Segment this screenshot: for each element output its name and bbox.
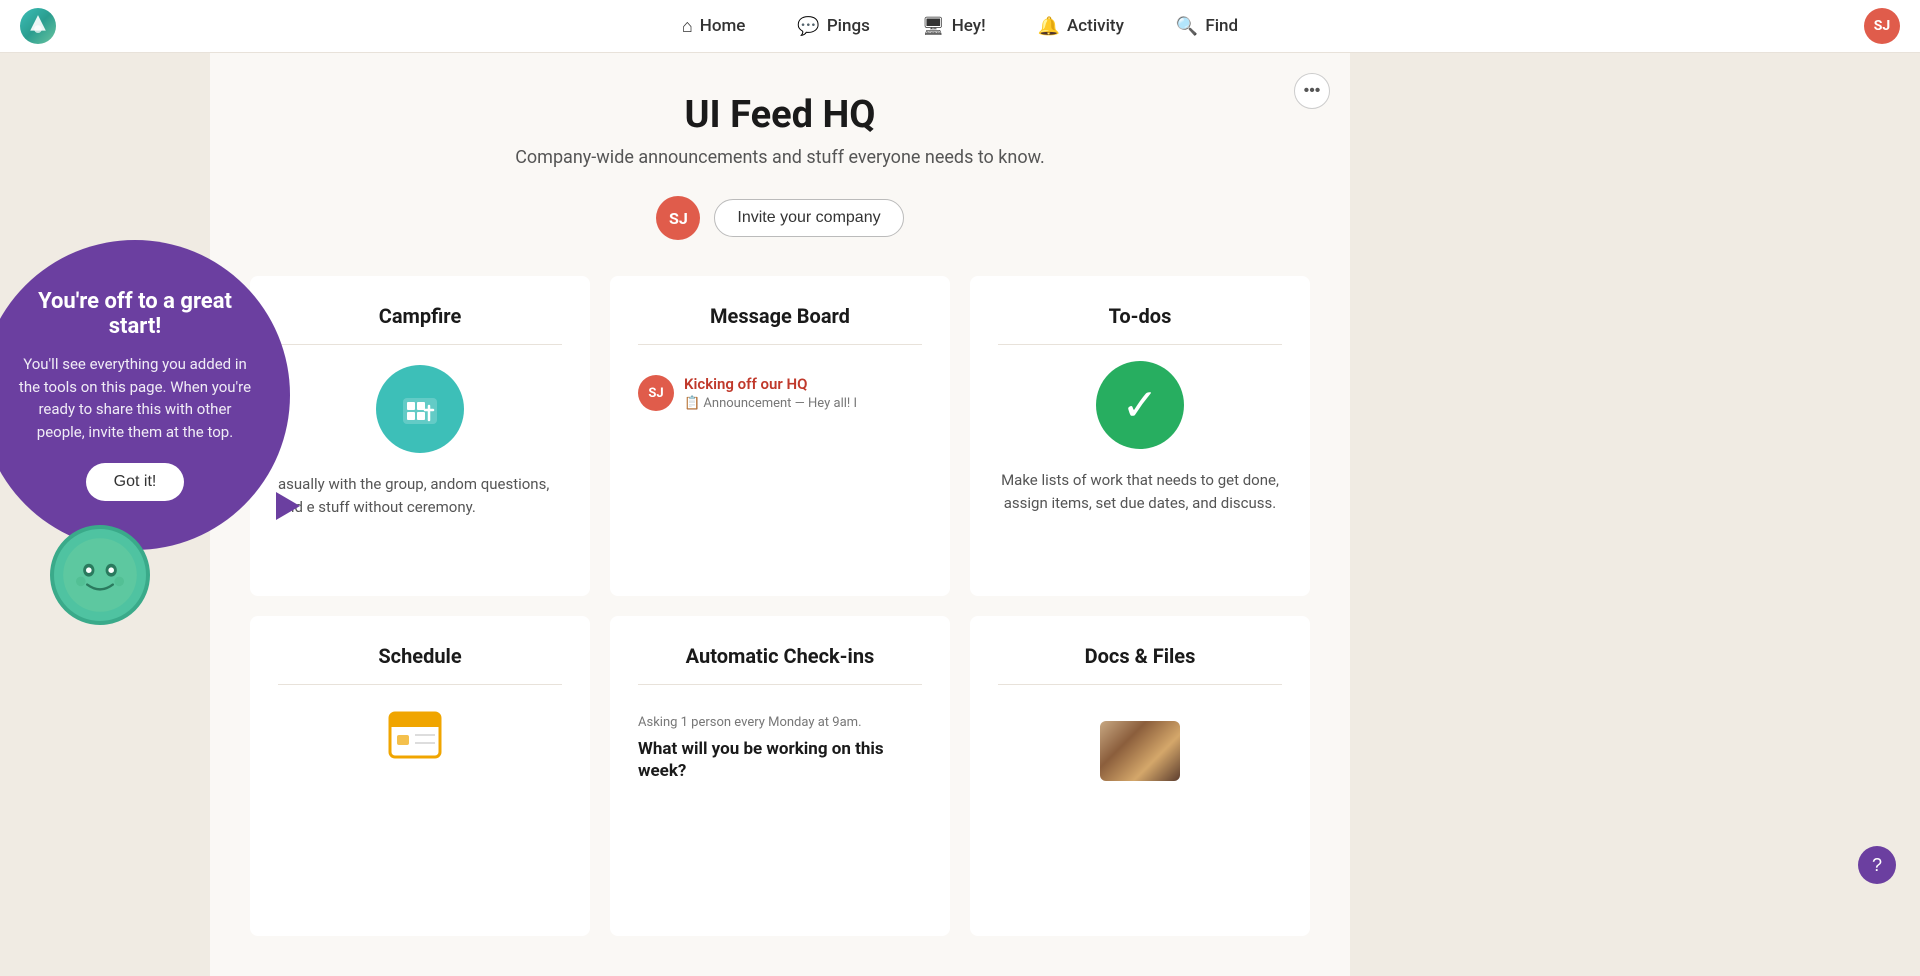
cards-grid: Campfire asually with bbox=[250, 276, 1310, 936]
nav-pings-label: Pings bbox=[827, 16, 870, 36]
schedule-title: Schedule bbox=[278, 644, 562, 685]
checkins-question: What will you be working on this week? bbox=[638, 738, 922, 782]
docs-card[interactable]: Docs & Files bbox=[970, 616, 1310, 936]
nav-hey[interactable]: 🖥 Hey! bbox=[914, 12, 994, 41]
pings-icon: 💬 bbox=[797, 16, 819, 37]
tooltip-bubble: You're off to a great start! You'll see … bbox=[0, 240, 290, 550]
campfire-icon-wrap bbox=[278, 365, 562, 453]
todos-title: To-dos bbox=[998, 304, 1282, 345]
logo[interactable] bbox=[20, 8, 56, 44]
invite-button[interactable]: Invite your company bbox=[714, 199, 903, 237]
todo-checkmark: ✓ bbox=[1122, 383, 1159, 427]
center-panel: ••• UI Feed HQ Company-wide announcement… bbox=[210, 53, 1350, 976]
schedule-icon-wrap bbox=[278, 705, 562, 765]
docs-thumb-image bbox=[1100, 721, 1180, 781]
schedule-card[interactable]: Schedule bbox=[250, 616, 590, 936]
page-title: UI Feed HQ bbox=[250, 93, 1310, 137]
todos-card[interactable]: To-dos ✓ Make lists of work that needs t… bbox=[970, 276, 1310, 596]
message-item: SJ Kicking off our HQ 📋 Announcement — H… bbox=[638, 361, 922, 425]
schedule-icon bbox=[385, 705, 455, 765]
campfire-icon bbox=[376, 365, 464, 453]
user-avatar-nav[interactable]: SJ bbox=[1864, 8, 1900, 44]
docs-thumbnail bbox=[1100, 721, 1180, 781]
nav-find-label: Find bbox=[1205, 16, 1238, 36]
checkins-card[interactable]: Automatic Check-ins Asking 1 person ever… bbox=[610, 616, 950, 936]
todo-icon-wrap: ✓ bbox=[998, 361, 1282, 449]
nav-activity[interactable]: 🔔 Activity bbox=[1030, 12, 1132, 41]
activity-icon: 🔔 bbox=[1038, 16, 1060, 37]
message-board-title: Message Board bbox=[638, 304, 922, 345]
more-options-button[interactable]: ••• bbox=[1294, 73, 1330, 109]
mascot-icon bbox=[50, 525, 150, 625]
top-nav: ⌂ Home 💬 Pings 🖥 Hey! 🔔 Activity 🔍 Find … bbox=[0, 0, 1920, 53]
home-icon: ⌂ bbox=[682, 16, 693, 37]
msg-subtitle: 📋 Announcement — Hey all! I bbox=[684, 396, 857, 411]
help-button[interactable]: ? bbox=[1858, 846, 1896, 884]
tooltip-overlay: You're off to a great start! You'll see … bbox=[0, 240, 310, 550]
got-it-button[interactable]: Got it! bbox=[86, 463, 185, 501]
checkins-asking: Asking 1 person every Monday at 9am. bbox=[638, 715, 922, 730]
nav-find[interactable]: 🔍 Find bbox=[1168, 12, 1246, 41]
nav-home[interactable]: ⌂ Home bbox=[674, 12, 754, 41]
right-sidebar bbox=[1350, 53, 1920, 976]
hey-icon: 🖥 bbox=[922, 16, 945, 37]
nav-pings[interactable]: 💬 Pings bbox=[789, 12, 877, 41]
nav-hey-label: Hey! bbox=[952, 16, 986, 36]
user-avatar-main: SJ bbox=[656, 196, 700, 240]
todo-icon: ✓ bbox=[1096, 361, 1184, 449]
nav-activity-label: Activity bbox=[1067, 16, 1124, 36]
msg-title: Kicking off our HQ bbox=[684, 375, 857, 393]
find-icon: 🔍 bbox=[1176, 16, 1198, 37]
checkins-content: Asking 1 person every Monday at 9am. Wha… bbox=[638, 701, 922, 782]
message-board-card[interactable]: Message Board SJ Kicking off our HQ 📋 An… bbox=[610, 276, 950, 596]
tooltip-title: You're off to a great start! bbox=[16, 289, 254, 339]
nav-home-label: Home bbox=[700, 16, 746, 36]
checkins-title: Automatic Check-ins bbox=[638, 644, 922, 685]
page-subtitle: Company-wide announcements and stuff eve… bbox=[250, 147, 1310, 168]
docs-thumb-wrap bbox=[998, 701, 1282, 781]
msg-avatar: SJ bbox=[638, 375, 674, 411]
campfire-title: Campfire bbox=[278, 304, 562, 345]
mascot-wrap bbox=[50, 525, 150, 625]
msg-content: Kicking off our HQ 📋 Announcement — Hey … bbox=[684, 375, 857, 411]
tooltip-body: You'll see everything you added in the t… bbox=[16, 353, 254, 443]
todos-desc: Make lists of work that needs to get don… bbox=[998, 469, 1282, 514]
docs-title: Docs & Files bbox=[998, 644, 1282, 685]
campfire-desc: asually with the group, andom questions,… bbox=[278, 473, 562, 518]
invite-row: SJ Invite your company bbox=[250, 196, 1310, 240]
